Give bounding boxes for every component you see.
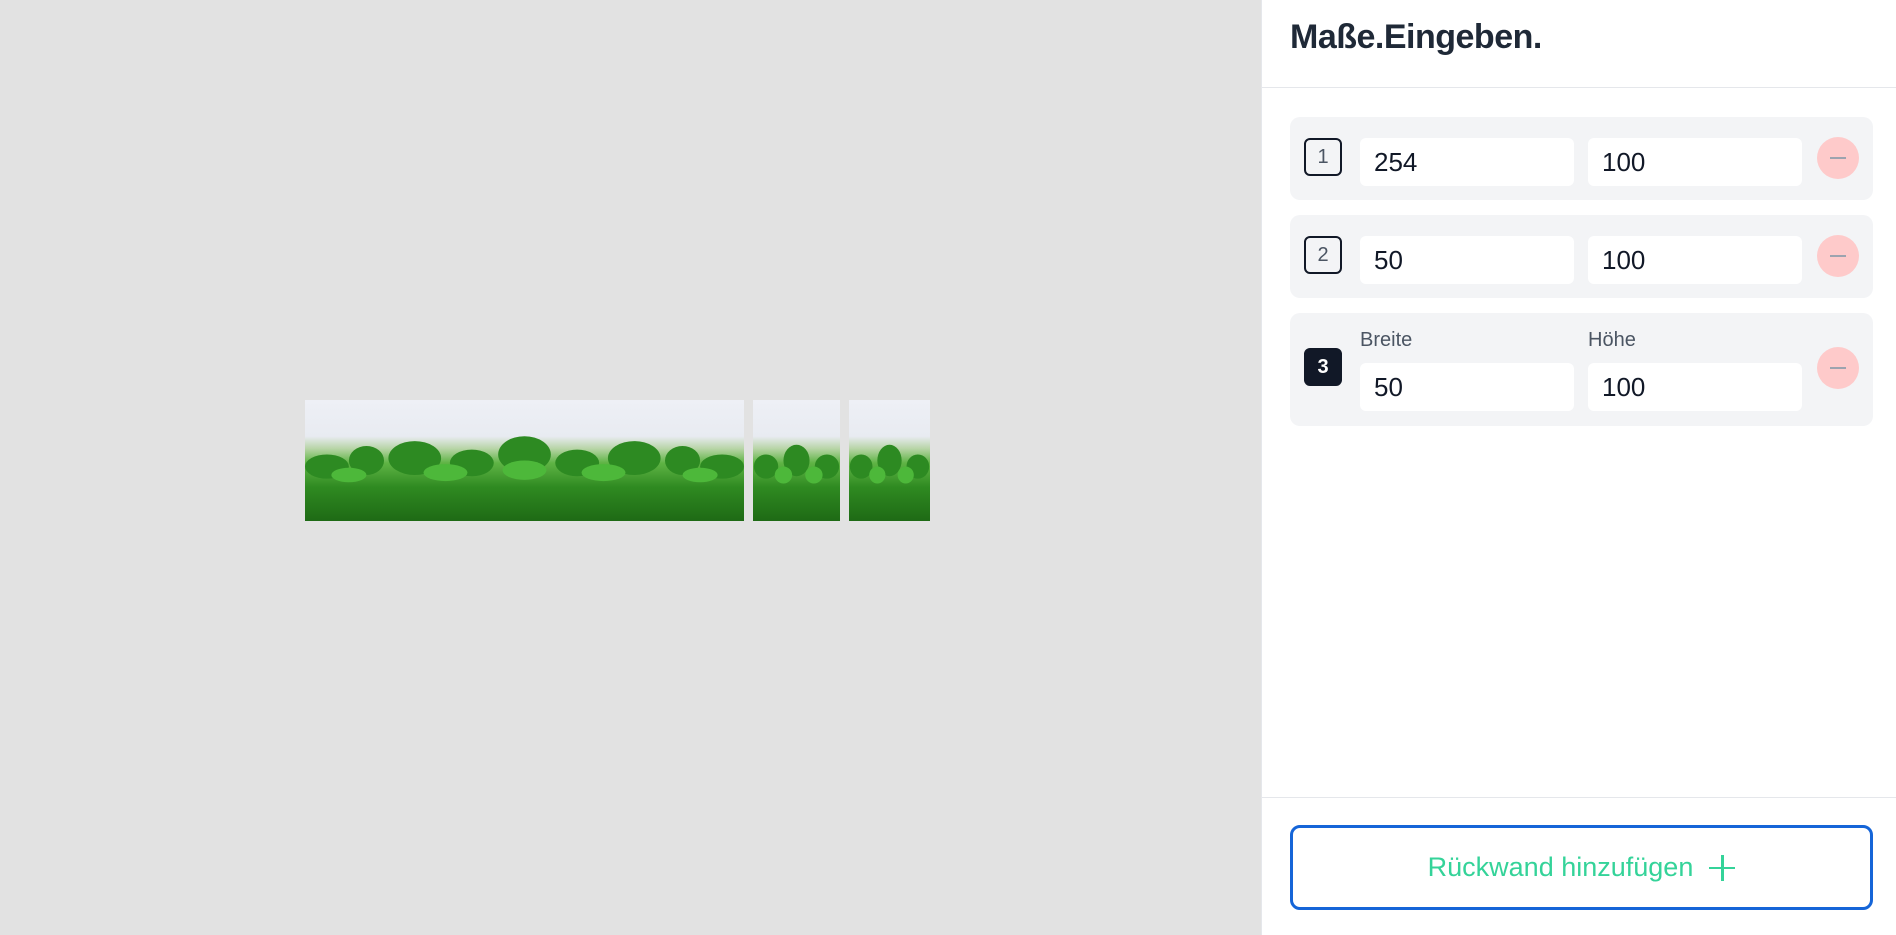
backwall-preview-1: [305, 400, 744, 521]
remove-row-button[interactable]: [1817, 235, 1859, 277]
minus-icon: [1830, 157, 1846, 159]
dimension-row-3: 3 Breite Höhe: [1290, 313, 1873, 426]
row-number-badge[interactable]: 1: [1304, 138, 1342, 176]
height-label: Höhe: [1588, 329, 1636, 351]
width-label: Breite: [1360, 329, 1413, 351]
row-number-badge[interactable]: 3: [1304, 348, 1342, 386]
width-input[interactable]: [1360, 138, 1574, 186]
preview-canvas: [0, 0, 1261, 935]
dimensions-sidebar: Maße.Eingeben. 1 2 3 Breite Höhe Rückwan…: [1261, 0, 1896, 935]
height-input[interactable]: [1588, 138, 1802, 186]
add-backwall-button[interactable]: Rückwand hinzufügen: [1290, 825, 1873, 910]
backwall-preview-2: [753, 400, 840, 521]
add-backwall-label: Rückwand hinzufügen: [1427, 852, 1694, 882]
remove-row-button[interactable]: [1817, 347, 1859, 389]
width-input[interactable]: [1360, 363, 1574, 411]
herbs-image: [753, 444, 840, 484]
backwall-preview-3: [849, 400, 930, 521]
dimension-rows: 1 2 3 Breite Höhe: [1262, 88, 1896, 426]
height-input[interactable]: [1588, 236, 1802, 284]
width-input[interactable]: [1360, 236, 1574, 284]
page-title: Maße.Eingeben.: [1290, 18, 1542, 56]
plus-icon: [1709, 854, 1736, 881]
dimension-row-1: 1: [1290, 117, 1873, 200]
sidebar-header: Maße.Eingeben.: [1262, 0, 1896, 88]
dimension-row-2: 2: [1290, 215, 1873, 298]
herbs-image: [849, 444, 930, 484]
herbs-image: [305, 436, 744, 483]
row-number-badge[interactable]: 2: [1304, 236, 1342, 274]
minus-icon: [1830, 367, 1846, 369]
remove-row-button[interactable]: [1817, 137, 1859, 179]
height-input[interactable]: [1588, 363, 1802, 411]
sidebar-footer: Rückwand hinzufügen: [1262, 797, 1896, 935]
minus-icon: [1830, 255, 1846, 257]
